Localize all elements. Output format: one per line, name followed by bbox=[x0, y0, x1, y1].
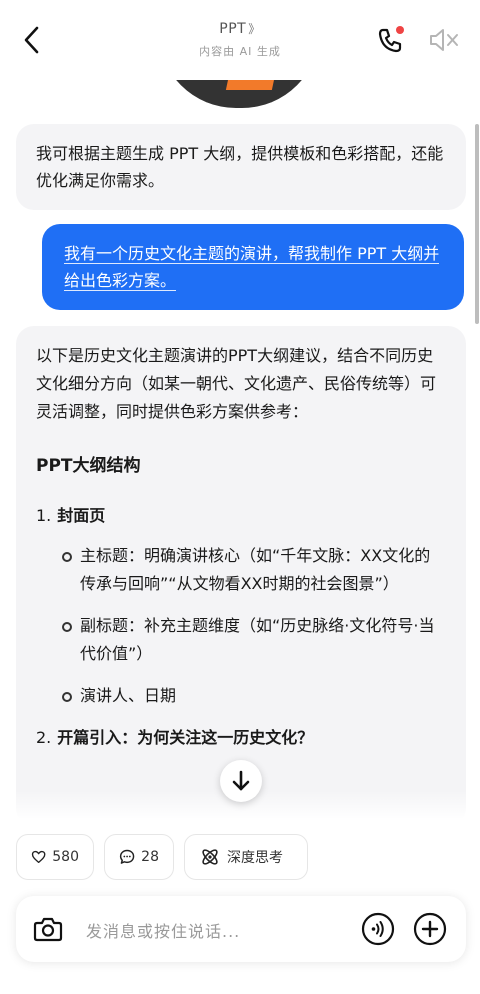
scroll-to-bottom-button[interactable] bbox=[220, 760, 262, 802]
add-attachment-button[interactable] bbox=[413, 912, 447, 946]
arrow-down-icon bbox=[232, 770, 250, 791]
bot-message-reply: 以下是历史文化主题演讲的PPT大纲建议，结合不同历史文化细分方向（如某一朝代、文… bbox=[16, 326, 466, 826]
page-title: PPT bbox=[219, 21, 247, 37]
message-input-bar: 发消息或按住说话... bbox=[16, 896, 466, 962]
camera-button[interactable] bbox=[32, 913, 64, 945]
reply-bullet-list: 主标题：明确演讲核心（如“千年文脉：XX文化的传承与回响”“从文物看XX时期的社… bbox=[36, 542, 446, 710]
plus-icon bbox=[413, 912, 447, 946]
message-input[interactable]: 发消息或按住说话... bbox=[86, 918, 240, 942]
user-message-text: 我有一个历史文化主题的演讲，帮我制作 PPT 大纲并给出色彩方案。 bbox=[64, 244, 440, 291]
voice-wave-icon bbox=[361, 912, 395, 946]
atom-icon bbox=[202, 849, 218, 865]
reply-intro: 以下是历史文化主题演讲的PPT大纲建议，结合不同历史文化细分方向（如某一朝代、文… bbox=[36, 346, 437, 421]
call-button[interactable] bbox=[374, 24, 406, 56]
bot-message-text: 我可根据主题生成 PPT 大纲，提供模板和色彩搭配，还能优化满足你需求。 bbox=[36, 144, 444, 190]
ai-disclaimer: 内容由 AI 生成 bbox=[199, 45, 281, 58]
reply-section-1: 1. 封面页 bbox=[36, 502, 446, 530]
comment-button[interactable]: 28 bbox=[104, 834, 174, 880]
reply-section-2: 2. 开篇引入：为何关注这一历史文化？ bbox=[36, 724, 446, 752]
chevron-right-icon: 》 bbox=[248, 22, 261, 36]
scrollbar[interactable] bbox=[475, 124, 479, 324]
deep-think-label: 深度思考 bbox=[227, 850, 283, 866]
list-item: 主标题：明确演讲核心（如“千年文脉：XX文化的传承与回响”“从文物看XX时期的社… bbox=[62, 542, 446, 598]
top-bar: PPT 》 内容由 AI 生成 bbox=[0, 0, 480, 80]
comment-icon bbox=[119, 849, 135, 864]
comment-count: 28 bbox=[141, 849, 159, 865]
chat-title[interactable]: PPT 》 内容由 AI 生成 bbox=[0, 20, 480, 59]
deep-think-button[interactable]: 深度思考 bbox=[184, 834, 308, 880]
camera-icon bbox=[33, 917, 63, 942]
mute-button[interactable] bbox=[426, 24, 462, 56]
voice-call-button[interactable] bbox=[361, 912, 395, 946]
section-title: 封面页 bbox=[57, 506, 106, 525]
message-actions: 580 28 深度思考 bbox=[0, 818, 480, 898]
section-number: 1. bbox=[36, 506, 52, 525]
list-item: 副标题：补充主题维度（如“历史脉络·文化符号·当代价值”） bbox=[62, 612, 446, 668]
like-count: 580 bbox=[52, 849, 79, 865]
heart-icon bbox=[31, 850, 46, 864]
reply-heading: PPT大纲结构 bbox=[36, 456, 141, 476]
section-number: 2. bbox=[36, 728, 52, 747]
notification-dot bbox=[396, 26, 404, 34]
user-message[interactable]: 我有一个历史文化主题的演讲，帮我制作 PPT 大纲并给出色彩方案。 bbox=[42, 224, 464, 310]
speaker-muted-icon bbox=[430, 29, 458, 51]
section-title: 开篇引入：为何关注这一历史文化？ bbox=[57, 728, 314, 747]
like-button[interactable]: 580 bbox=[16, 834, 94, 880]
bot-message-intro: 我可根据主题生成 PPT 大纲，提供模板和色彩搭配，还能优化满足你需求。 bbox=[16, 124, 466, 210]
list-item: 演讲人、日期 bbox=[62, 682, 446, 710]
